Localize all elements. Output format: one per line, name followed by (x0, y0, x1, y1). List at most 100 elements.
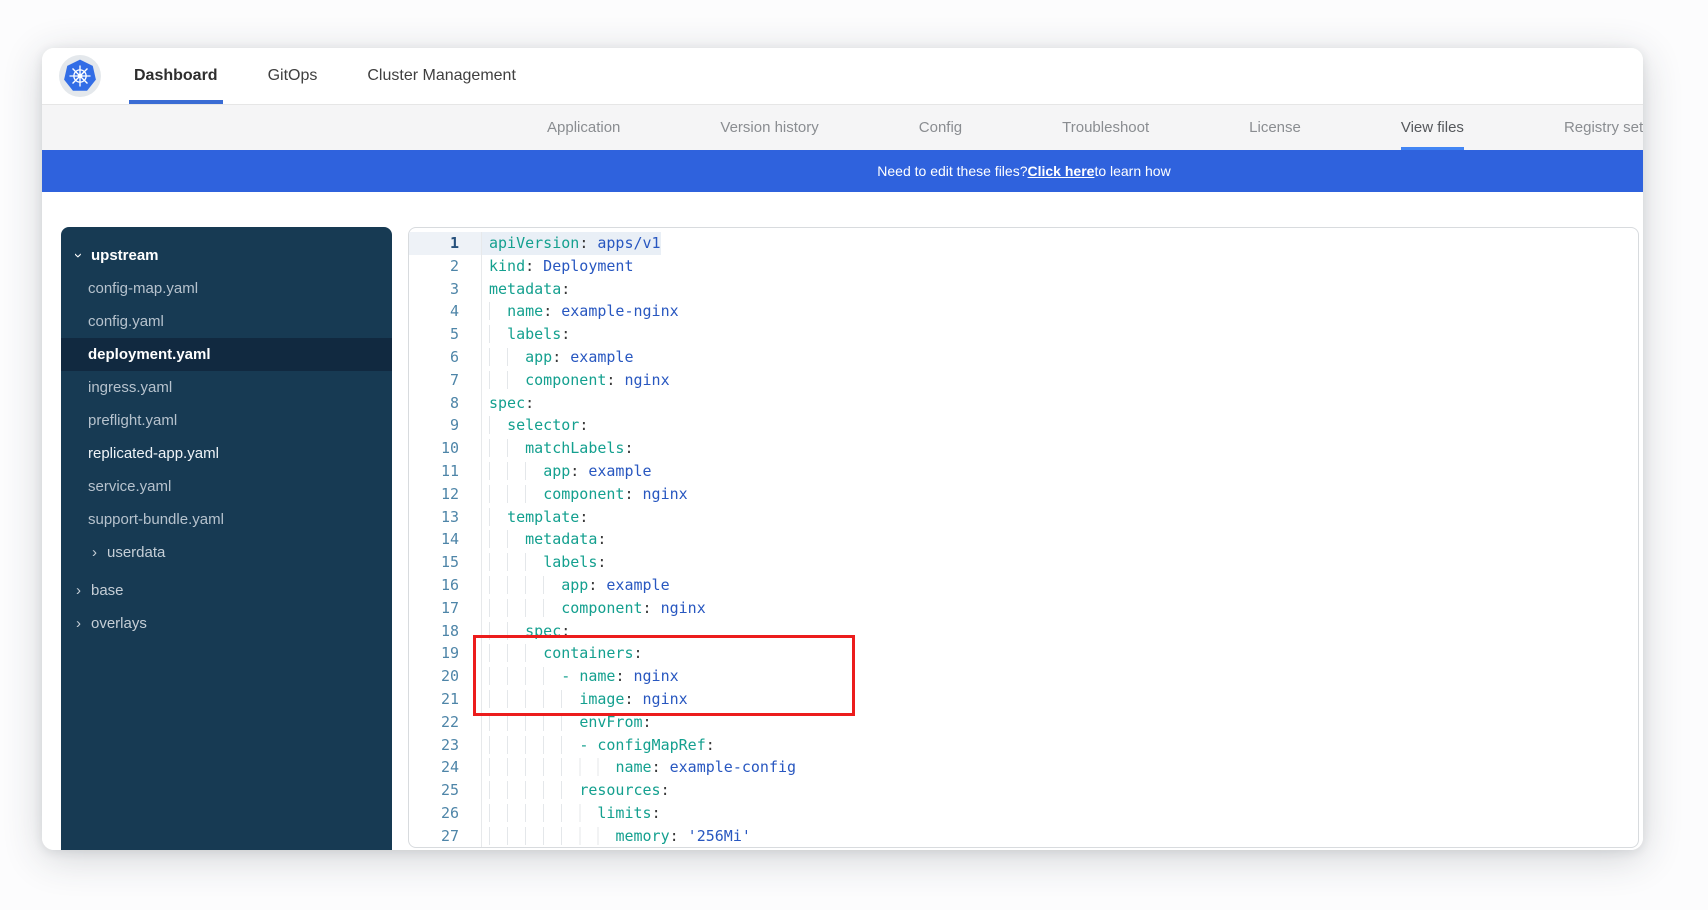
tree-file-ingress-yaml[interactable]: ingress.yaml (61, 371, 392, 404)
code-line-19: 19 containers: (409, 642, 1638, 665)
code-line-24: 24 name: example-config (409, 756, 1638, 779)
tree-item-label: replicated-app.yaml (88, 445, 219, 462)
code-line-23: 23 - configMapRef: (409, 734, 1638, 757)
sub-tab-application[interactable]: Application (547, 105, 620, 150)
line-number: 4 (409, 300, 482, 323)
tree-item-label: service.yaml (88, 478, 171, 495)
tree-file-support-bundle-yaml[interactable]: support-bundle.yaml (61, 503, 392, 536)
line-content: spec: (482, 620, 570, 643)
line-content: image: nginx (482, 688, 688, 711)
sub-tab-view-files[interactable]: View files (1401, 105, 1464, 150)
tree-file-service-yaml[interactable]: service.yaml (61, 470, 392, 503)
tree-item-label: upstream (91, 247, 159, 264)
line-number: 11 (409, 460, 482, 483)
line-number: 23 (409, 734, 482, 757)
line-content: matchLabels: (482, 437, 634, 460)
banner-text-after: to learn how (1094, 163, 1170, 179)
line-number: 25 (409, 779, 482, 802)
top-tab-gitops[interactable]: GitOps (263, 48, 323, 104)
line-content: component: nginx (482, 369, 670, 392)
tree-file-deployment-yaml[interactable]: deployment.yaml (61, 338, 392, 371)
line-number: 18 (409, 620, 482, 643)
line-content: labels: (482, 323, 570, 346)
tree-file-preflight-yaml[interactable]: preflight.yaml (61, 404, 392, 437)
line-number: 5 (409, 323, 482, 346)
yaml-code-editor[interactable]: 1apiVersion: apps/v12kind: Deployment3me… (408, 227, 1639, 848)
chevron-right-icon: › (88, 545, 101, 560)
sub-tab-version-history[interactable]: Version history (720, 105, 818, 150)
line-content: containers: (482, 642, 643, 665)
tree-file-config-yaml[interactable]: config.yaml (61, 305, 392, 338)
code-line-12: 12 component: nginx (409, 483, 1638, 506)
code-line-18: 18 spec: (409, 620, 1638, 643)
code-line-27: 27 memory: '256Mi' (409, 825, 1638, 848)
tree-file-replicated-app-yaml[interactable]: replicated-app.yaml (61, 437, 392, 470)
line-content: metadata: (482, 278, 570, 301)
line-number: 13 (409, 506, 482, 529)
line-content: envFrom: (482, 711, 652, 734)
sub-tab-config[interactable]: Config (919, 105, 962, 150)
line-number: 9 (409, 414, 482, 437)
line-content: name: example-config (482, 756, 796, 779)
code-line-11: 11 app: example (409, 460, 1638, 483)
line-content: apiVersion: apps/v1 (482, 232, 661, 255)
tree-folder-overlays[interactable]: › overlays (61, 607, 392, 640)
tree-item-label: ingress.yaml (88, 379, 172, 396)
tree-item-label: base (91, 582, 124, 599)
code-line-3: 3metadata: (409, 278, 1638, 301)
code-line-1: 1apiVersion: apps/v1 (409, 232, 1638, 255)
line-content: component: nginx (482, 483, 688, 506)
line-number: 15 (409, 551, 482, 574)
top-tab-dashboard[interactable]: Dashboard (129, 48, 223, 104)
code-line-5: 5 labels: (409, 323, 1638, 346)
banner-click-here-link[interactable]: Click here (1028, 163, 1095, 179)
view-files-content: › upstream config-map.yamlconfig.yaml deplo… (42, 192, 1643, 850)
line-content: app: example (482, 346, 634, 369)
code-line-6: 6 app: example (409, 346, 1638, 369)
tree-folder-upstream[interactable]: › upstream (61, 239, 392, 272)
line-content: kind: Deployment (482, 255, 634, 278)
line-number: 3 (409, 278, 482, 301)
tree-item-label: deployment.yaml (88, 346, 211, 363)
line-content: template: (482, 506, 588, 529)
line-content: app: example (482, 460, 652, 483)
kubernetes-logo-icon (59, 55, 101, 97)
top-navigation: Dashboard GitOps Cluster Management (42, 48, 1643, 105)
line-content: component: nginx (482, 597, 706, 620)
line-number: 24 (409, 756, 482, 779)
tree-file-config-map-yaml[interactable]: config-map.yaml (61, 272, 392, 305)
code-line-2: 2kind: Deployment (409, 255, 1638, 278)
chevron-down-icon: › (71, 249, 86, 262)
sub-tab-registry-settings[interactable]: Registry settings (1564, 105, 1643, 150)
line-content: - name: nginx (482, 665, 679, 688)
code-line-25: 25 resources: (409, 779, 1638, 802)
line-content: metadata: (482, 528, 606, 551)
line-content: labels: (482, 551, 606, 574)
code-line-21: 21 image: nginx (409, 688, 1638, 711)
line-content: resources: (482, 779, 670, 802)
line-number: 22 (409, 711, 482, 734)
tree-folder-userdata[interactable]: ›userdata (61, 536, 392, 569)
line-content: selector: (482, 414, 588, 437)
edit-files-banner: Need to edit these files? Click here to … (42, 150, 1643, 192)
top-tab-cluster-management[interactable]: Cluster Management (362, 48, 521, 104)
sub-tab-troubleshoot[interactable]: Troubleshoot (1062, 105, 1149, 150)
line-number: 16 (409, 574, 482, 597)
code-line-15: 15 labels: (409, 551, 1638, 574)
tree-folder-base[interactable]: ›base (61, 574, 392, 607)
chevron-right-icon: › (72, 616, 85, 631)
line-number: 8 (409, 392, 482, 415)
tree-item-label: preflight.yaml (88, 412, 177, 429)
banner-text-before: Need to edit these files? (877, 163, 1027, 179)
code-line-16: 16 app: example (409, 574, 1638, 597)
line-content: - configMapRef: (482, 734, 715, 757)
tree-item-label: support-bundle.yaml (88, 511, 224, 528)
top-tabs: Dashboard GitOps Cluster Management (129, 48, 521, 104)
tree-item-label: overlays (91, 615, 147, 632)
line-number: 12 (409, 483, 482, 506)
line-number: 14 (409, 528, 482, 551)
code-line-14: 14 metadata: (409, 528, 1638, 551)
line-number: 19 (409, 642, 482, 665)
line-number: 17 (409, 597, 482, 620)
sub-tab-license[interactable]: License (1249, 105, 1301, 150)
